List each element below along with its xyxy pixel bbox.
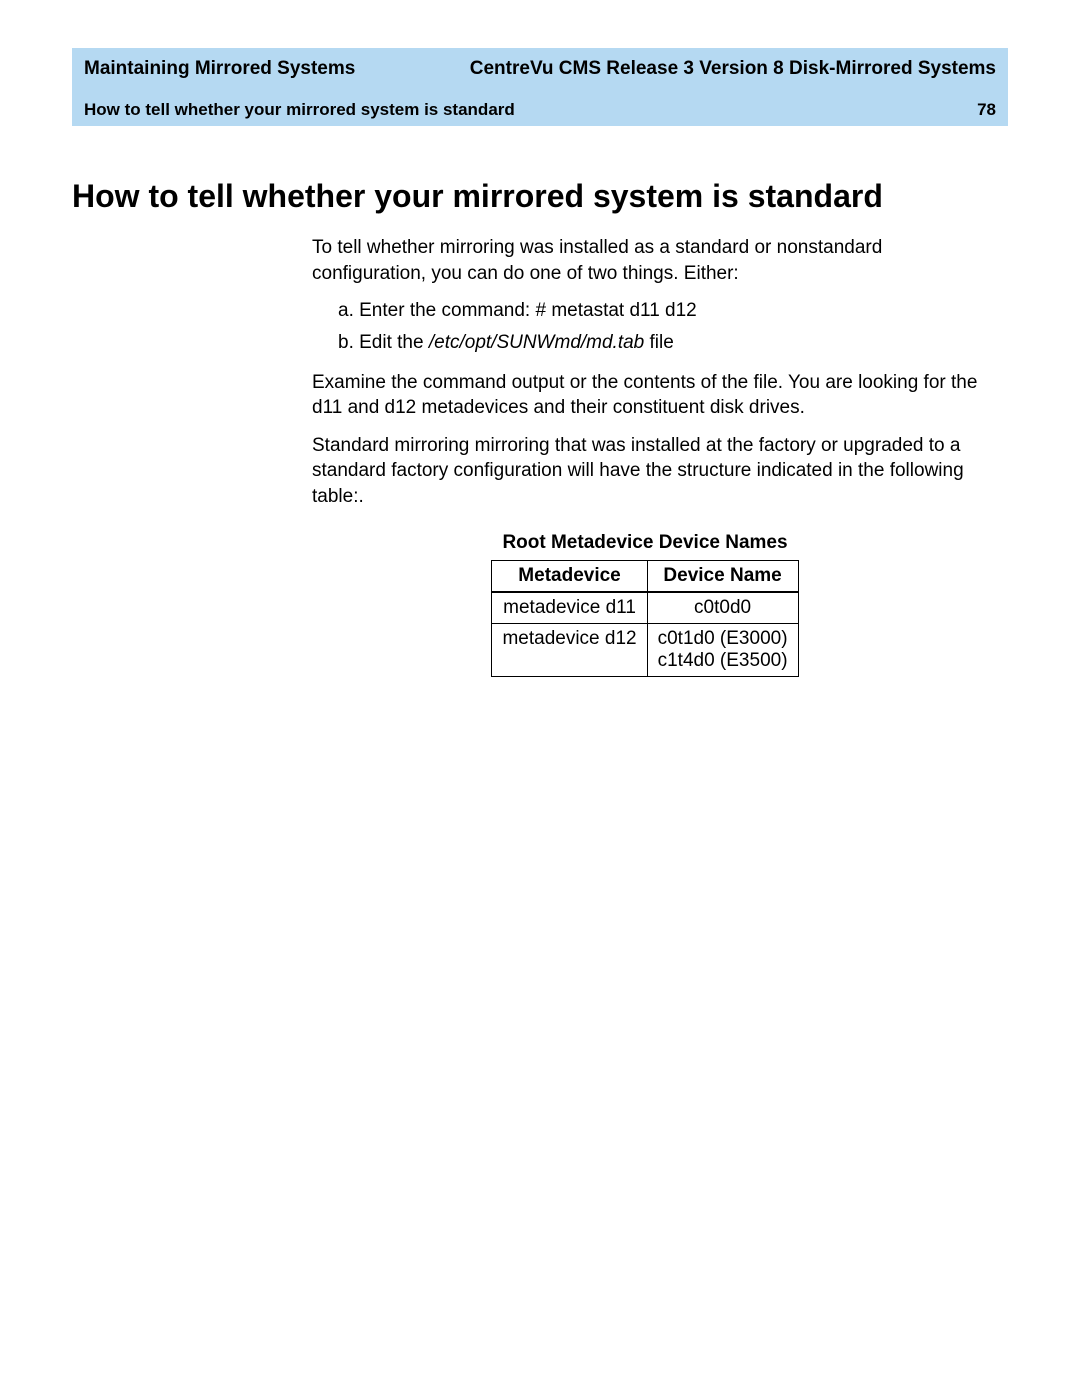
page-header: Maintaining Mirrored Systems CentreVu CM… [72, 48, 1008, 126]
option-b-suffix: file [644, 332, 674, 353]
intro-paragraph: To tell whether mirroring was installed … [312, 235, 978, 286]
header-subtitle: How to tell whether your mirrored system… [84, 100, 515, 120]
body-column: To tell whether mirroring was installed … [312, 235, 978, 677]
cell-metadevice: metadevice d11 [492, 592, 647, 624]
standard-paragraph: Standard mirroring mirroring that was in… [312, 433, 978, 510]
table-row: metadevice d12 c0t1d0 (E3000) c1t4d0 (E3… [492, 623, 798, 676]
option-b: b. Edit the /etc/opt/SUNWmd/md.tab file [338, 330, 978, 356]
table-row: metadevice d11 c0t0d0 [492, 592, 798, 624]
table-title: Root Metadevice Device Names [312, 532, 978, 554]
cell-metadevice: metadevice d12 [492, 623, 647, 676]
cell-devicename: c0t1d0 (E3000) c1t4d0 (E3500) [647, 623, 798, 676]
table-header-row: Metadevice Device Name [492, 560, 798, 592]
header-section-right: CentreVu CMS Release 3 Version 8 Disk-Mi… [470, 58, 996, 80]
page-number: 78 [977, 100, 996, 120]
page: Maintaining Mirrored Systems CentreVu CM… [0, 0, 1080, 737]
header-section-left: Maintaining Mirrored Systems [84, 58, 355, 80]
examine-paragraph: Examine the command output or the conten… [312, 370, 978, 421]
option-b-prefix: b. Edit the [338, 332, 429, 353]
option-list: a. Enter the command: # metastat d11 d12… [338, 298, 978, 355]
device-table: Metadevice Device Name metadevice d11 c0… [491, 560, 798, 677]
table-header-metadevice: Metadevice [492, 560, 647, 592]
cell-devicename: c0t0d0 [647, 592, 798, 624]
option-b-filepath: /etc/opt/SUNWmd/md.tab [429, 332, 644, 353]
table-header-devicename: Device Name [647, 560, 798, 592]
option-a: a. Enter the command: # metastat d11 d12 [338, 298, 978, 324]
section-title: How to tell whether your mirrored system… [72, 178, 1008, 215]
